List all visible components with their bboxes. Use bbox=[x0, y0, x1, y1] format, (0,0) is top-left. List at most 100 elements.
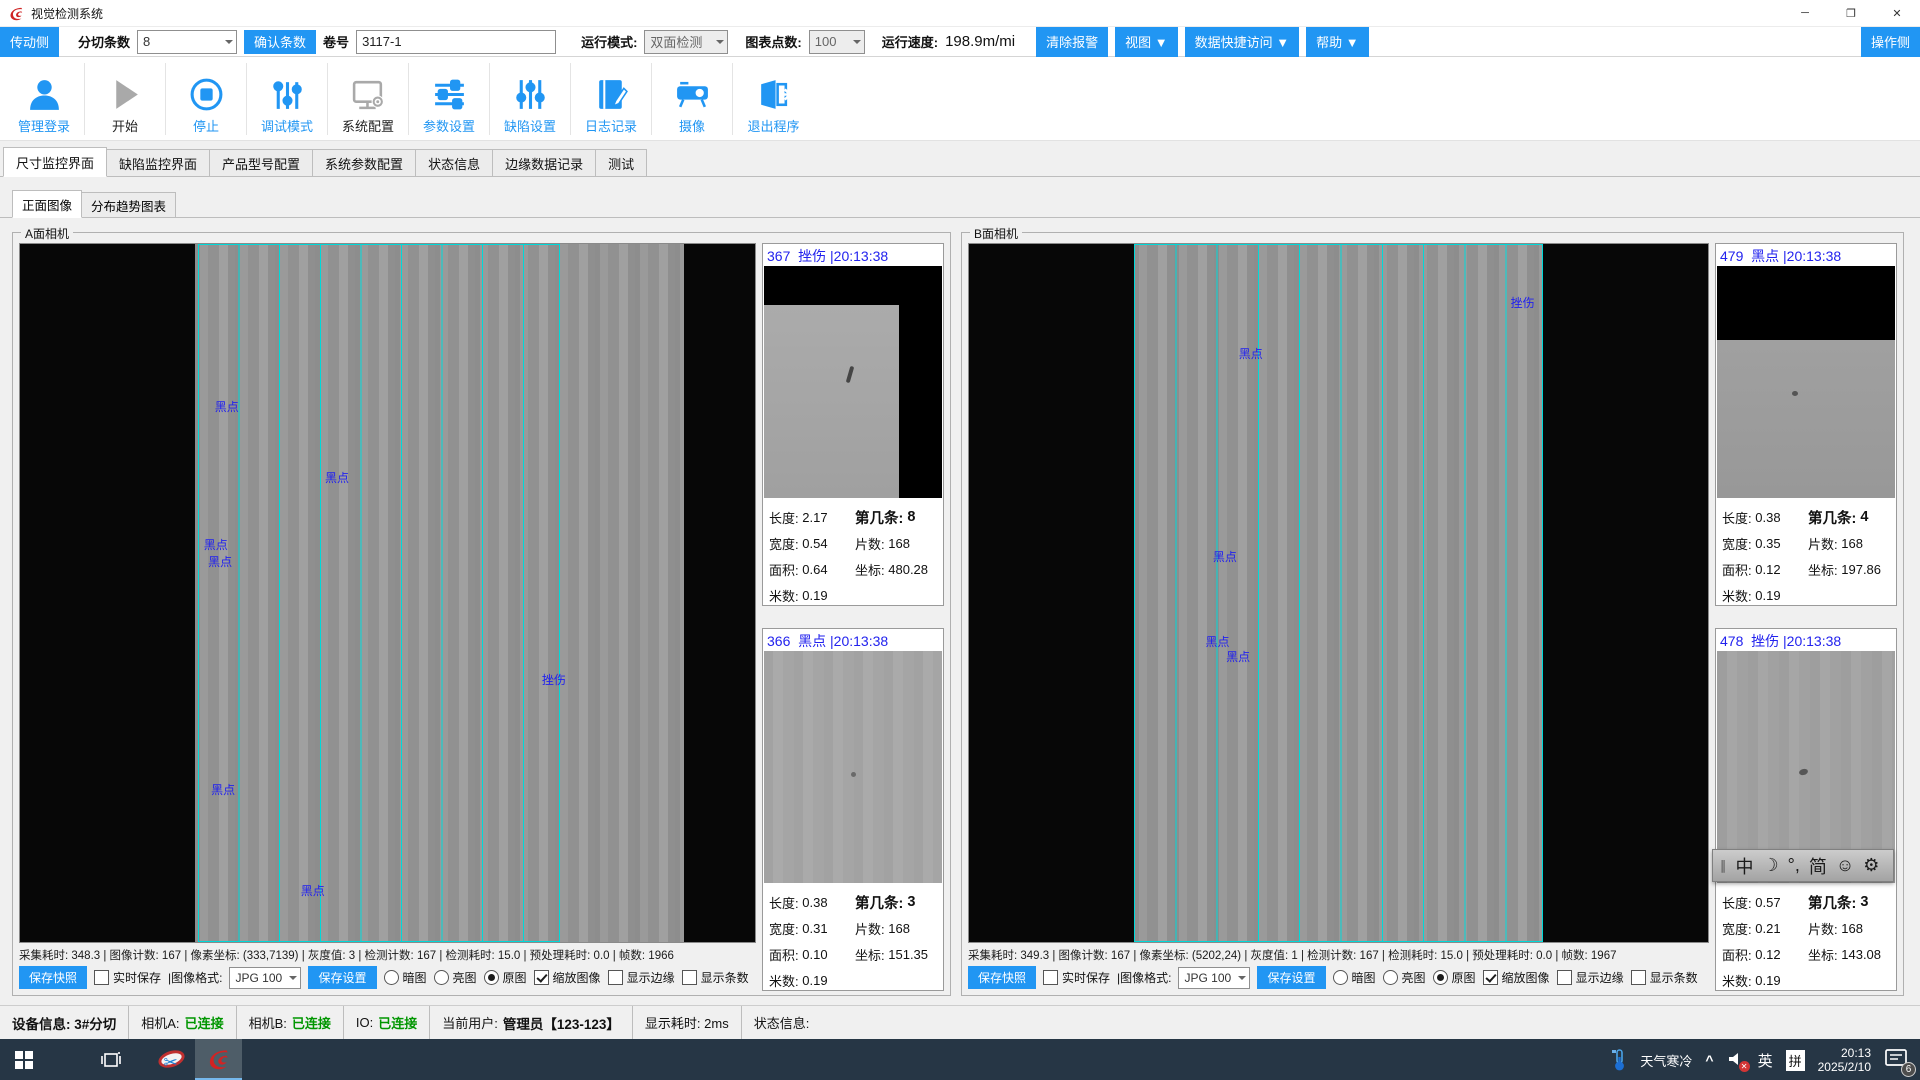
defect-card[interactable]: 479 黑点 |20:13:38 长度: 0.38 第几条: 4 宽度: 0.3… bbox=[1715, 243, 1897, 606]
subtab-front-image[interactable]: 正面图像 bbox=[12, 190, 82, 218]
maximize-icon[interactable]: ❐ bbox=[1828, 0, 1874, 26]
volume-muted-icon[interactable]: ✕ bbox=[1727, 1051, 1745, 1070]
defect-card[interactable]: 366 黑点 |20:13:38 长度: 0.38 第几条: 3 宽度: 0.3… bbox=[762, 628, 944, 991]
current-user-value: 管理员【123-123】 bbox=[503, 1013, 620, 1033]
show-edge-checkbox[interactable] bbox=[1557, 970, 1572, 985]
camera-a-status-line: 采集耗时: 348.3 | 图像计数: 167 | 像素坐标: (333,713… bbox=[19, 943, 756, 964]
image-format-label: |图像格式: bbox=[1117, 969, 1171, 986]
realtime-save-checkbox[interactable] bbox=[94, 970, 109, 985]
confirm-count-button[interactable]: 确认条数 bbox=[244, 30, 316, 54]
chevron-down-icon bbox=[289, 976, 297, 984]
task-view-button[interactable] bbox=[87, 1039, 134, 1080]
defect-label: 黑点 bbox=[215, 398, 239, 415]
tab-product-model-config[interactable]: 产品型号配置 bbox=[209, 149, 313, 176]
dark-image-radio[interactable] bbox=[1333, 970, 1348, 985]
windows-logo-icon bbox=[15, 1051, 33, 1069]
help-menu-button[interactable]: 帮助 ▼ bbox=[1306, 27, 1368, 57]
device-info: 设备信息: 3#分切 bbox=[12, 1013, 116, 1033]
bright-image-radio[interactable] bbox=[1383, 970, 1398, 985]
operator-side-button[interactable]: 操作侧 bbox=[1861, 27, 1920, 57]
defect-card[interactable]: 367 挫伤 |20:13:38 长度: 2.17 第几条: 8 宽度: 0.5… bbox=[762, 243, 944, 606]
camera-a-image[interactable]: 黑点黑点黑点黑点挫伤黑点黑点 bbox=[19, 243, 756, 943]
original-image-radio[interactable] bbox=[484, 970, 499, 985]
log-record-button[interactable]: 日志记录 bbox=[571, 63, 652, 135]
thermometer-icon bbox=[1612, 1048, 1627, 1072]
start-button[interactable] bbox=[0, 1039, 47, 1080]
app-window: 视觉检测系统 ─ ❐ ✕ 传动侧 分切条数 8 确认条数 卷号 运行模式: 双面… bbox=[0, 0, 1920, 1080]
show-edge-checkbox[interactable] bbox=[608, 970, 623, 985]
ime-emoji-icon[interactable]: ☺ bbox=[1836, 855, 1854, 876]
show-count-checkbox[interactable] bbox=[1631, 970, 1646, 985]
tab-system-param-config[interactable]: 系统参数配置 bbox=[312, 149, 416, 176]
debug-mode-button[interactable]: 调试模式 bbox=[247, 63, 328, 135]
parameter-settings-button[interactable]: 参数设置 bbox=[409, 63, 490, 135]
save-settings-button[interactable]: 保存设置 bbox=[308, 966, 376, 989]
command-bar: 传动侧 分切条数 8 确认条数 卷号 运行模式: 双面检测 图表点数: 100 … bbox=[0, 27, 1920, 57]
weather-text[interactable]: 天气寒冷 bbox=[1640, 1051, 1692, 1070]
clear-alarm-button[interactable]: 清除报警 bbox=[1036, 27, 1108, 57]
save-settings-button[interactable]: 保存设置 bbox=[1257, 966, 1325, 989]
image-format-select[interactable]: JPG 100 bbox=[1178, 967, 1250, 989]
camera-b-image[interactable]: 挫伤黑点黑点黑点黑点 bbox=[968, 243, 1709, 943]
task-view-icon bbox=[101, 1050, 121, 1070]
bright-image-radio[interactable] bbox=[434, 970, 449, 985]
logbook-icon bbox=[593, 76, 630, 113]
ime-simplified-toggle[interactable]: 简 bbox=[1809, 853, 1827, 879]
tab-status-info[interactable]: 状态信息 bbox=[415, 149, 493, 176]
chart-points-select[interactable]: 100 bbox=[809, 30, 865, 54]
defect-label: 黑点 bbox=[211, 781, 235, 798]
camera-a-conn-label: 相机A: bbox=[141, 1013, 179, 1032]
show-count-checkbox[interactable] bbox=[682, 970, 697, 985]
io-conn-label: IO: bbox=[356, 1015, 373, 1030]
minimize-icon[interactable]: ─ bbox=[1782, 0, 1828, 26]
tab-test[interactable]: 测试 bbox=[595, 149, 647, 176]
hidden-icons-caret[interactable]: ^ bbox=[1705, 1052, 1713, 1068]
projector-icon bbox=[674, 76, 711, 113]
sliders-vertical-icon bbox=[512, 76, 549, 113]
drive-side-button[interactable]: 传动侧 bbox=[0, 27, 59, 57]
exit-program-button[interactable]: 退出程序 bbox=[733, 63, 814, 135]
tab-edge-data-record[interactable]: 边缘数据记录 bbox=[492, 149, 596, 176]
defect-label: 黑点 bbox=[204, 536, 228, 553]
vision-app-taskbar-button[interactable] bbox=[195, 1039, 242, 1080]
system-config-button[interactable]: 系统配置 bbox=[328, 63, 409, 135]
camera-b-status-line: 采集耗时: 349.3 | 图像计数: 167 | 像素坐标: (5202,24… bbox=[968, 943, 1709, 964]
dark-image-radio[interactable] bbox=[384, 970, 399, 985]
original-image-radio[interactable] bbox=[1433, 970, 1448, 985]
ime-settings-gear-icon[interactable]: ⚙ bbox=[1863, 855, 1879, 876]
realtime-save-checkbox[interactable] bbox=[1043, 970, 1058, 985]
save-snapshot-button[interactable]: 保存快照 bbox=[19, 966, 87, 989]
split-count-label: 分切条数 bbox=[78, 32, 130, 51]
image-format-select[interactable]: JPG 100 bbox=[229, 967, 301, 989]
zoom-image-checkbox[interactable] bbox=[534, 970, 549, 985]
run-mode-select[interactable]: 双面检测 bbox=[644, 30, 728, 54]
save-snapshot-button[interactable]: 保存快照 bbox=[968, 966, 1036, 989]
roll-number-input[interactable] bbox=[356, 30, 556, 54]
admin-login-button[interactable]: 管理登录 bbox=[4, 63, 85, 135]
defect-settings-button[interactable]: 缺陷设置 bbox=[490, 63, 571, 135]
tab-defect-monitor[interactable]: 缺陷监控界面 bbox=[106, 149, 210, 176]
close-icon[interactable]: ✕ bbox=[1874, 0, 1920, 26]
ime-language-indicator[interactable]: 英 bbox=[1758, 1050, 1773, 1071]
defect-card[interactable]: 478 挫伤 |20:13:38 长度: 0.57 第几条: 3 宽度: 0.2… bbox=[1715, 628, 1897, 991]
ime-fullwidth-moon-icon[interactable]: ☽ bbox=[1763, 855, 1779, 876]
start-button[interactable]: 开始 bbox=[85, 63, 166, 135]
snipping-tool-button[interactable]: ✂ bbox=[148, 1039, 195, 1080]
defect-snapshot bbox=[1717, 266, 1895, 498]
tab-size-monitor[interactable]: 尺寸监控界面 bbox=[3, 147, 107, 177]
ime-pinyin-indicator[interactable]: 拼 bbox=[1786, 1050, 1805, 1071]
quick-access-menu-button[interactable]: 数据快捷访问 ▼ bbox=[1185, 27, 1299, 57]
ime-mode-chinese[interactable]: 中 bbox=[1736, 853, 1754, 879]
ime-punctuation-toggle[interactable]: °, bbox=[1788, 855, 1800, 876]
roll-number-label: 卷号 bbox=[323, 32, 349, 51]
ime-drag-handle[interactable]: ∥ bbox=[1720, 858, 1727, 874]
view-menu-button[interactable]: 视图 ▼ bbox=[1115, 27, 1177, 57]
play-icon bbox=[107, 76, 144, 113]
split-count-select[interactable]: 8 bbox=[137, 30, 237, 54]
camera-button[interactable]: 摄像 bbox=[652, 63, 733, 135]
action-center-button[interactable]: 6 bbox=[1884, 1048, 1910, 1073]
stop-button[interactable]: 停止 bbox=[166, 63, 247, 135]
subtab-trend-chart[interactable]: 分布趋势图表 bbox=[81, 192, 176, 217]
taskbar-clock[interactable]: 20:13 2025/2/10 bbox=[1818, 1046, 1871, 1074]
zoom-image-checkbox[interactable] bbox=[1483, 970, 1498, 985]
